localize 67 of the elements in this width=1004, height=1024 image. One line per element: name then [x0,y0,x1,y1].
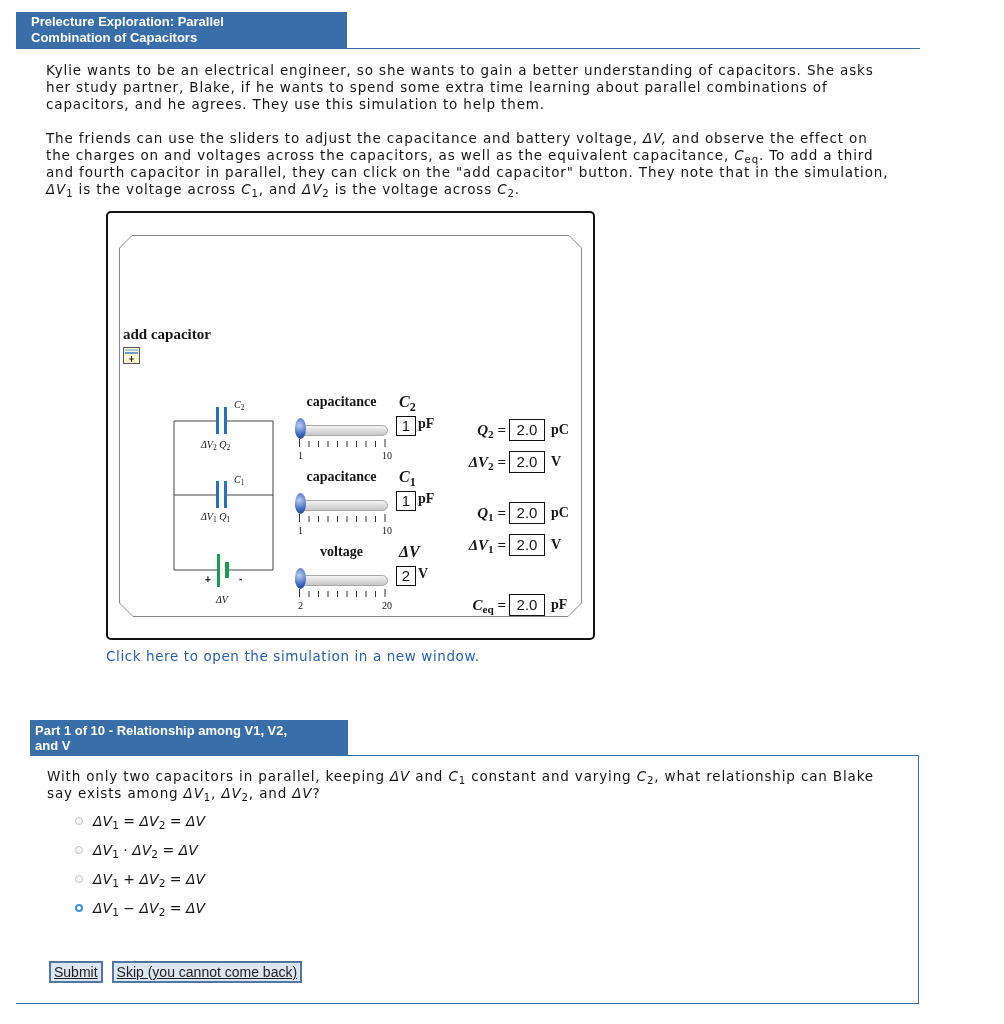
intro-paragraph: Kylie wants to be an electrical engineer, so she wants to gain a better understanding of capacitors. She asks her study partner, Blake, if he wants to spend some extra time learning about parallel combinations of capacitors, and he agrees. They use this simulation to help them. [46,62,875,113]
readout-label: ΔV$_{1}$ = [468,536,506,554]
skip-button[interactable]: Skip (you cannot come back) [111,961,303,983]
slider-min-label: 2 [298,600,303,612]
unit-label: pC [551,422,569,438]
part-title: Part 1 of 10 - Relationship among V1, V2, and V [30,720,348,755]
slider-thumb[interactable] [295,568,306,589]
value-field[interactable]: 1 [396,491,416,511]
radio-button[interactable] [75,816,83,825]
unit-label: pF [418,491,435,507]
capacitor-label: ΔV$_{2}$ Q$_{2}$ [201,439,231,451]
slider-min-label: 1 [298,525,303,537]
readout-label: Q$_{1}$ = [477,504,506,522]
section-title: Prelecture Exploration: Parallel Combination of Capacitors [16,12,347,48]
slider-symbol: C$_{1}$ [398,468,416,488]
readout-label: ΔV$_{2}$ = [468,453,506,471]
capacitor-label: ΔV$_{1}$ Q$_{1}$ [201,511,231,523]
slider-label: voltage [320,543,363,561]
option-label[interactable]: ΔV$_{1}$ = ΔV$_{2}$ = ΔV [93,811,206,830]
add-capacitor-icon[interactable] [123,347,140,364]
negative-terminal-label: - [239,573,243,585]
battery-label: ΔV [216,594,228,606]
option-label[interactable]: ΔV$_{1}$ + ΔV$_{2}$ = ΔV [93,869,206,888]
positive-terminal-label: + [205,574,211,586]
capacitor-symbol [216,481,227,508]
add-capacitor-label: add capacitor [123,325,211,343]
unit-label: pF [551,597,568,613]
readout-field: 2.0 [509,594,545,616]
value-field[interactable]: 2 [396,566,416,586]
unit-label: pC [551,505,569,521]
slider-track[interactable] [295,493,388,514]
readout-label: Q$_{2}$ = [477,421,506,439]
unit-label: V [551,454,562,470]
slider-max-label: 10 [382,525,392,537]
capacitor-name: C$_{1}$ [234,474,245,486]
slider-track[interactable] [295,418,388,439]
submit-button[interactable]: Submit [49,961,103,983]
slider-max-label: 20 [382,600,392,612]
intro-paragraph: The friends can use the sliders to adjust the capacitance and battery voltage, ΔV, and observe the effect on the charges on and voltages across the capacitors, as well as the equivalent capacitance, C$_{eq}$. To add a third and fourth capacitor in parallel, they can click on the "add capacitor" button. They note that in the simulation, ΔV$_{1}$ is the voltage across C$_{1}$, and ΔV$_{2}$ is the voltage across C$_{2}$. [46,130,889,198]
readout-label: C$_{eq}$ = [472,596,506,614]
slider-thumb[interactable] [295,493,306,514]
readout-field: 2.0 [509,534,545,556]
simulation-link[interactable]: Click here to open the simulation in a new window. [106,648,480,665]
question-text: With only two capacitors in parallel, keeping ΔV and C$_{1}$ constant and varying C$_{2}$, what relationship can Blake say exists among ΔV$_{1}$, ΔV$_{2}$, and ΔV? [47,768,876,802]
readout-field: 2.0 [509,502,545,524]
option-label[interactable]: ΔV$_{1}$ · ΔV$_{2}$ = ΔV [93,840,198,859]
radio-button[interactable] [75,874,83,883]
battery-symbol [217,554,229,587]
slider-label: capacitance [306,468,377,486]
option-label[interactable]: ΔV$_{1}$ − ΔV$_{2}$ = ΔV [93,898,206,917]
slider-min-label: 1 [298,450,303,462]
readout-field: 2.0 [509,419,545,441]
slider-max-label: 10 [382,450,392,462]
radio-button[interactable] [75,845,83,854]
unit-label: pF [418,416,435,432]
unit-label: V [551,537,562,553]
unit-label: V [418,566,429,582]
capacitor-name: C$_{2}$ [234,399,245,411]
value-field[interactable]: 1 [396,416,416,436]
radio-button[interactable] [75,903,83,912]
slider-symbol: C$_{2}$ [398,393,416,413]
capacitor-symbol [216,407,227,434]
readout-field: 2.0 [509,451,545,473]
slider-track[interactable] [295,568,388,589]
slider-symbol: ΔV [397,543,420,562]
slider-label: capacitance [306,393,377,411]
slider-thumb[interactable] [295,418,306,439]
